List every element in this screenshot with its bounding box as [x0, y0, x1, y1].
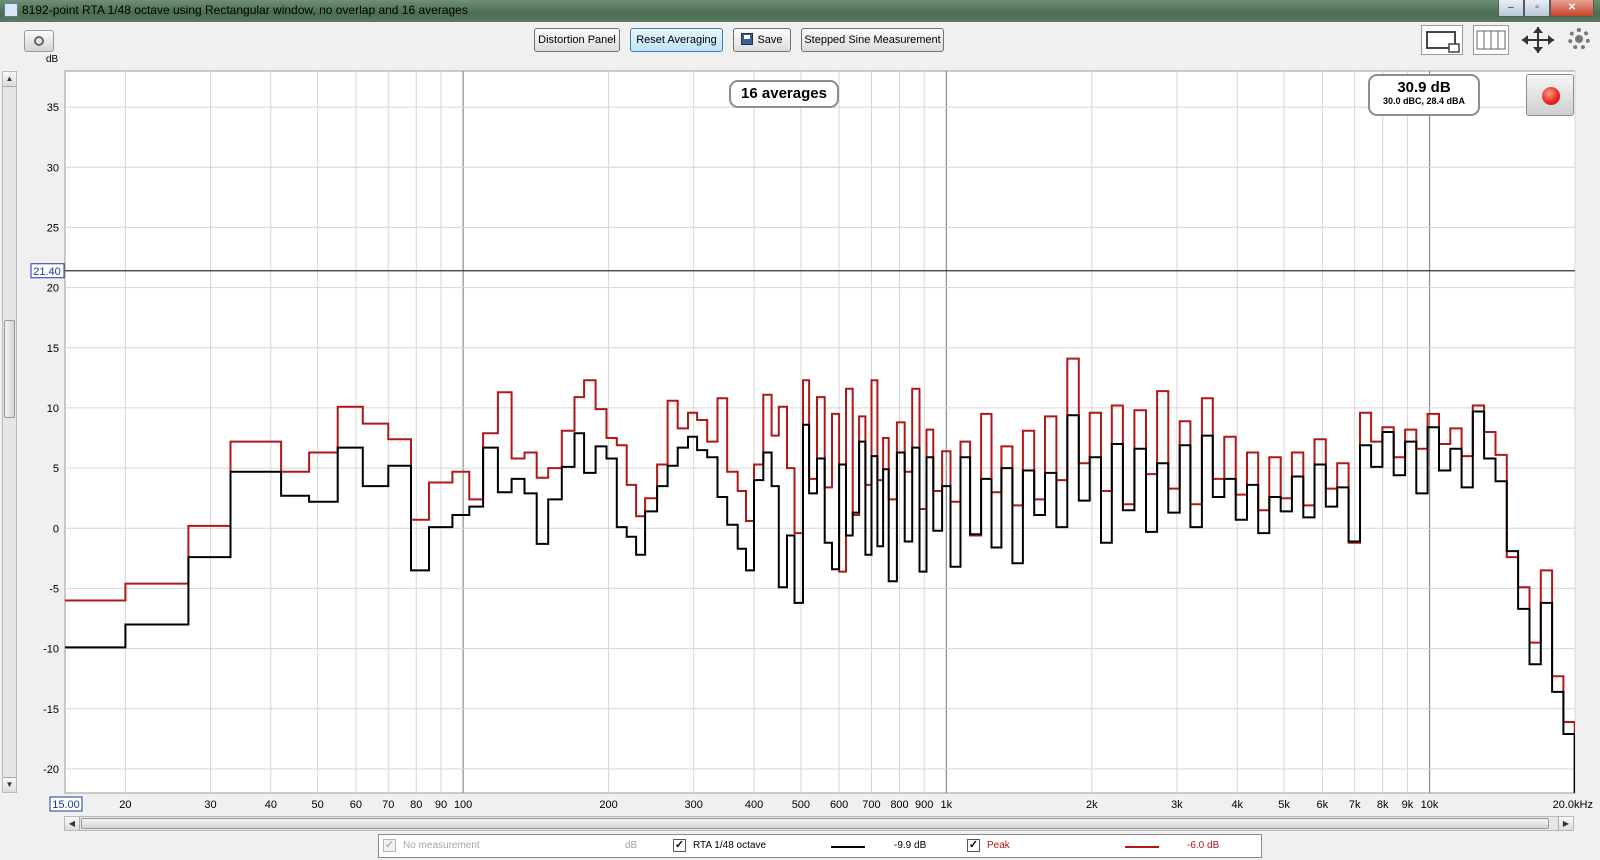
- x-tick-label: 40: [265, 799, 277, 811]
- x-tick-label: 3k: [1171, 799, 1183, 811]
- legend-checkbox-rta[interactable]: ✓: [673, 839, 686, 852]
- legend-value-rta: -9.9 dB: [894, 840, 927, 851]
- y-tick-label: -10: [43, 644, 59, 656]
- x-tick-label: 60: [350, 799, 362, 811]
- x-tick-label: 50: [312, 799, 324, 811]
- x-tick-label: 300: [684, 799, 702, 811]
- averages-label: 16 averages: [741, 85, 827, 102]
- x-tick-label: 200: [599, 799, 617, 811]
- y-tick-label: 5: [53, 463, 59, 475]
- spl-weighted: 30.0 dBC, 28.4 dBA: [1382, 96, 1466, 106]
- horizontal-scrollbar[interactable]: ◀ ▶: [64, 816, 1574, 831]
- legend-label-rta: RTA 1/48 octave: [693, 840, 767, 851]
- reference-label: 21.40: [33, 266, 61, 278]
- y-tick-label: 35: [47, 102, 59, 114]
- scroll-left-icon[interactable]: ◀: [65, 817, 80, 830]
- y-tick-label: -15: [43, 704, 59, 716]
- x-tick-label: 30: [204, 799, 216, 811]
- y-tick-label: 25: [47, 222, 59, 234]
- x-tick-label: 70: [382, 799, 394, 811]
- x-tick-label: 80: [410, 799, 422, 811]
- x-tick-label: 400: [745, 799, 763, 811]
- x-tick-label: 1k: [941, 799, 953, 811]
- x-tick-label: 2k: [1086, 799, 1098, 811]
- legend-value-peak: -6.0 dB: [1187, 840, 1220, 851]
- averages-badge: 16 averages: [729, 80, 839, 108]
- x-tick-label: 800: [890, 799, 908, 811]
- scroll-right-icon[interactable]: ▶: [1558, 817, 1573, 830]
- y-tick-label: 15: [47, 343, 59, 355]
- record-icon: [1542, 87, 1560, 105]
- x-tick-label: 20: [119, 799, 131, 811]
- x-tick-label: 90: [435, 799, 447, 811]
- x-tick-label: 7k: [1349, 799, 1361, 811]
- legend-checkbox-peak[interactable]: ✓: [967, 839, 980, 852]
- legend: ✓ No measurement dB ✓ RTA 1/48 octave -9…: [378, 834, 1262, 858]
- spl-main: 30.9 dB: [1397, 79, 1451, 96]
- x-tick-label: 5k: [1278, 799, 1290, 811]
- x-tick-label: 9k: [1402, 799, 1414, 811]
- legend-checkbox-no-measurement[interactable]: ✓: [383, 839, 396, 852]
- x-tick-label: 500: [792, 799, 810, 811]
- record-button[interactable]: [1526, 74, 1574, 116]
- x-tick-label: 6k: [1317, 799, 1329, 811]
- x-tick-label: 15.00: [52, 799, 80, 811]
- y-tick-label: 20: [47, 283, 59, 295]
- x-tick-label: 900: [915, 799, 933, 811]
- x-tick-label: 700: [862, 799, 880, 811]
- legend-label-peak: Peak: [987, 840, 1010, 851]
- y-tick-label: -20: [43, 764, 59, 776]
- legend-unit-no-measurement: dB: [625, 840, 638, 851]
- x-tick-label: 4k: [1231, 799, 1243, 811]
- x-tick-label: 600: [830, 799, 848, 811]
- legend-label-no-measurement: No measurement: [403, 840, 480, 851]
- y-tick-label: 0: [53, 523, 59, 535]
- y-tick-label: 10: [47, 403, 59, 415]
- plot-area: [64, 70, 1576, 794]
- x-tick-label: 100: [454, 799, 472, 811]
- x-tick-label: 20.0kHz: [1553, 799, 1593, 811]
- y-tick-label: 30: [47, 162, 59, 174]
- x-tick-label: 8k: [1377, 799, 1389, 811]
- rta-chart: 35302520151050-5-10-15-2015.00 20 30 40 50 60…: [30, 70, 1593, 812]
- x-tick-label: 10k: [1421, 799, 1439, 811]
- horizontal-scroll-thumb[interactable]: [81, 818, 1549, 829]
- y-tick-label: -5: [49, 583, 59, 595]
- spl-readout: 30.9 dB 30.0 dBC, 28.4 dBA: [1368, 74, 1480, 116]
- legend-swatch-peak: [1125, 846, 1159, 848]
- legend-swatch-rta: [831, 846, 865, 848]
